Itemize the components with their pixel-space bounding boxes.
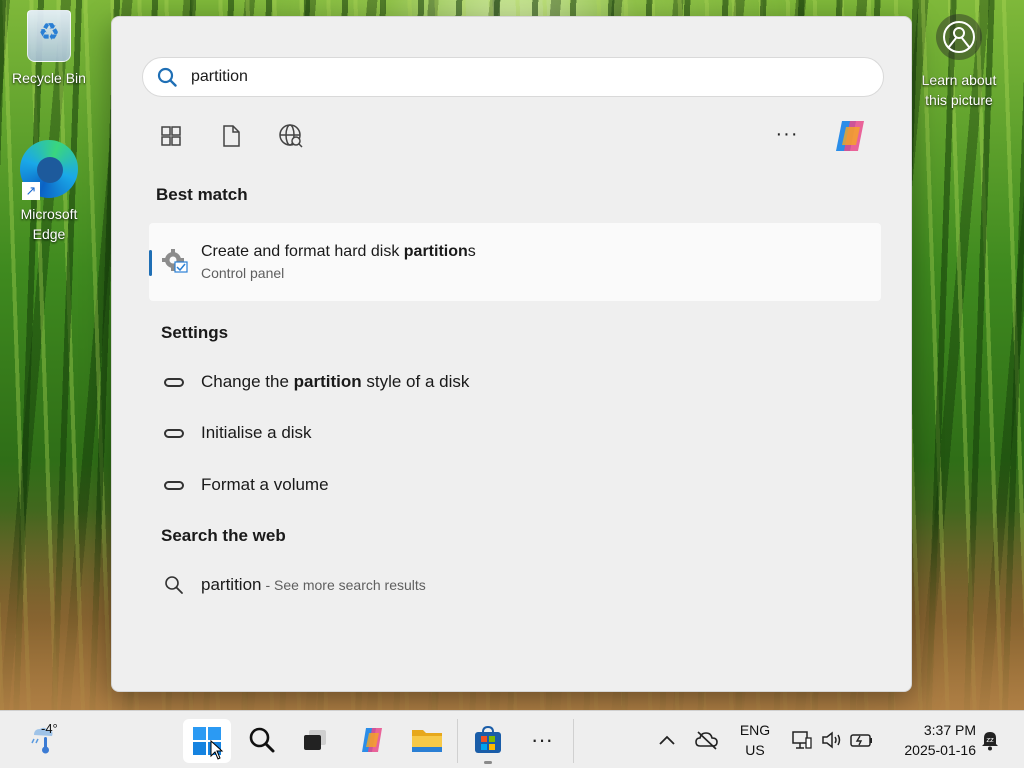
- clock-date: 2025-01-16: [904, 742, 976, 758]
- taskbar: -4° ··· ENG US 3:37 PM 2025-01-16 zz: [0, 710, 1024, 768]
- recycle-bin-icon: ♻: [27, 10, 71, 62]
- taskbar-search-button[interactable]: [240, 711, 284, 768]
- desktop-icon-label: Recycle Bin: [12, 70, 86, 86]
- shortcut-arrow-icon: ↗: [22, 182, 40, 200]
- taskbar-more-button[interactable]: ···: [522, 711, 562, 768]
- desktop-icon-edge[interactable]: ↗ Microsoft Edge: [7, 140, 91, 244]
- best-match-heading: Best match: [156, 185, 248, 204]
- task-view-button[interactable]: [295, 711, 335, 768]
- search-input[interactable]: [191, 68, 841, 86]
- settings-result-label: Format a volume: [201, 475, 329, 494]
- search-icon: [164, 575, 201, 595]
- web-filter-icon[interactable]: [276, 121, 306, 151]
- search-box[interactable]: [142, 57, 884, 97]
- clock[interactable]: 3:37 PM 2025-01-16: [886, 711, 976, 768]
- network-icon[interactable]: [788, 711, 816, 768]
- onedrive-offline-icon[interactable]: [692, 711, 722, 768]
- drive-icon: [164, 428, 201, 438]
- drive-icon: [164, 377, 201, 387]
- taskbar-separator: [573, 719, 574, 763]
- volume-icon[interactable]: [818, 711, 846, 768]
- best-match-subtitle: Control panel: [201, 265, 285, 281]
- settings-result-item[interactable]: Change the partition style of a disk: [164, 372, 469, 392]
- apps-filter-icon[interactable]: [156, 121, 186, 151]
- settings-result-item[interactable]: Initialise a disk: [164, 423, 312, 443]
- notification-bell-icon[interactable]: zz: [976, 711, 1004, 768]
- settings-heading: Settings: [161, 323, 229, 342]
- best-match-title: Create and format hard disk partitions: [201, 243, 476, 260]
- desktop-icon-label: Microsoft Edge: [20, 206, 78, 242]
- chevron-up-icon[interactable]: [652, 711, 682, 768]
- mouse-cursor-icon: [210, 739, 224, 765]
- input-language-indicator[interactable]: ENG US: [733, 711, 777, 768]
- edge-icon: ↗: [20, 140, 78, 200]
- web-search-hint: - See more search results: [265, 577, 426, 593]
- search-filters: [156, 121, 306, 151]
- taskbar-separator: [457, 719, 458, 763]
- start-search-panel: ··· Best match Create and format hard di…: [111, 16, 912, 692]
- drive-icon: [164, 480, 201, 490]
- web-search-result[interactable]: partition - See more search results: [164, 575, 426, 595]
- file-explorer-icon[interactable]: [405, 711, 449, 768]
- running-indicator: [484, 761, 492, 764]
- settings-result-label: Change the partition style of a disk: [201, 372, 470, 391]
- copilot-icon[interactable]: [830, 117, 870, 155]
- learn-about-label: Learn about this picture: [921, 72, 997, 108]
- battery-icon[interactable]: [848, 711, 876, 768]
- settings-result-label: Initialise a disk: [201, 423, 312, 442]
- weather-widget[interactable]: -4°: [22, 711, 66, 768]
- best-match-item[interactable]: Create and format hard disk partitions C…: [149, 223, 881, 301]
- camera-lens-icon: [936, 14, 982, 60]
- more-options-button[interactable]: ···: [772, 124, 802, 149]
- svg-text:zz: zz: [986, 736, 994, 744]
- microsoft-store-icon[interactable]: [466, 711, 510, 768]
- desktop-icon-recycle-bin[interactable]: ♻ Recycle Bin: [7, 10, 91, 88]
- web-search-query: partition: [201, 575, 262, 594]
- language-code: ENG: [739, 722, 771, 738]
- clock-time: 3:37 PM: [923, 722, 976, 738]
- documents-filter-icon[interactable]: [216, 121, 246, 151]
- search-icon: [143, 67, 191, 87]
- copilot-taskbar-icon[interactable]: [352, 711, 392, 768]
- control-panel-gear-icon: [149, 248, 201, 276]
- weather-temp: -4°: [41, 721, 58, 736]
- search-web-heading: Search the web: [161, 526, 286, 545]
- region-code: US: [745, 742, 765, 758]
- learn-about-picture[interactable]: Learn about this picture: [914, 14, 1004, 110]
- settings-result-item[interactable]: Format a volume: [164, 475, 329, 495]
